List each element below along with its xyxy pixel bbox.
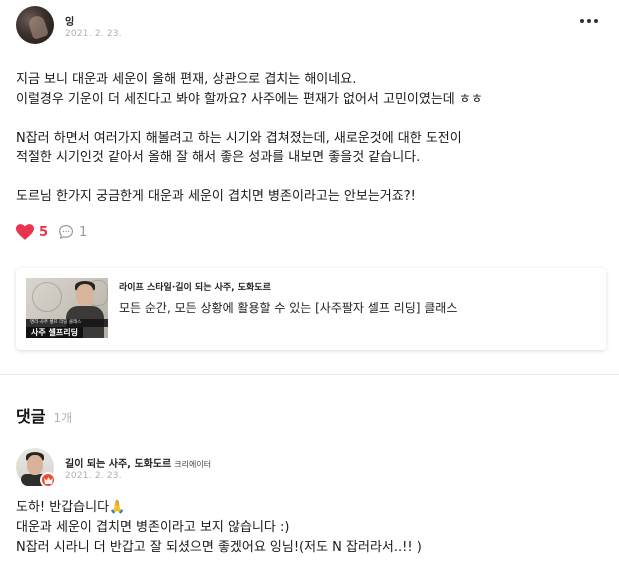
more-icon[interactable] [580, 14, 600, 28]
class-card[interactable]: 명리·사주 셀프 리딩 클래스 사주 셀프리딩 라이프 스타일·길이 되는 사주… [16, 268, 606, 350]
post-date: 2021. 2. 23. [65, 29, 122, 39]
comment-count: 1 [79, 224, 88, 240]
comment-author[interactable]: 길이 되는 사주, 도화도르 크리에이터 [65, 455, 211, 470]
post-paragraph: N잡러 하면서 여러가지 해볼려고 하는 시기와 겹쳐졌는데, 새로운것에 대한… [16, 130, 462, 166]
heart-icon [16, 224, 34, 240]
class-title[interactable]: 모든 순간, 모든 상황에 활용할 수 있는 [사주팔자 셀프 리딩] 클래스 [119, 299, 457, 316]
post-paragraph: 도르님 한가지 궁금한게 대운과 세운이 겹치면 병존이라고는 안보는거죠?! [16, 189, 416, 204]
post-paragraph: 지금 보니 대운과 세운이 올해 편재, 상관으로 겹치는 해이네요. 이럴경우… [16, 72, 483, 107]
comment-text: 도하! 반갑습니다🙏 대운과 세운이 겹치면 병존이라고 보지 않습니다 :) … [16, 500, 422, 555]
avatar[interactable] [16, 6, 54, 44]
reactions-bar: 5 1 [16, 222, 87, 242]
like-count: 5 [39, 224, 49, 240]
thumbnail-subtitle: 명리·사주 셀프 리딩 클래스 [26, 319, 108, 327]
comment-author-name: 길이 되는 사주, 도화도르 [65, 459, 172, 470]
comment-icon [59, 225, 74, 239]
comments-title: 댓글 [16, 407, 46, 426]
class-thumbnail: 명리·사주 셀프 리딩 클래스 사주 셀프리딩 [26, 278, 108, 338]
post-author[interactable]: 잉 [65, 13, 74, 28]
thumbnail-title: 사주 셀프리딩 [26, 327, 83, 338]
class-author: 라이프 스타일·길이 되는 사주, 도화도르 [119, 283, 271, 293]
like-button[interactable]: 5 [16, 224, 48, 240]
post-body: 지금 보니 대운과 세운이 올해 편재, 상관으로 겹치는 해이네요. 이럴경우… [16, 70, 606, 226]
comment-date: 2021. 2. 23. [65, 471, 122, 481]
comments-header: 댓글 1개 [16, 403, 72, 427]
comments-count: 1개 [53, 411, 73, 425]
comment-author-role: 크리에이터 [174, 460, 212, 469]
section-divider [0, 374, 619, 375]
post-header: 잉 2021. 2. 23. [16, 6, 606, 46]
comment-button[interactable]: 1 [58, 224, 87, 240]
creator-badge [40, 472, 56, 488]
crown-icon [43, 476, 53, 484]
